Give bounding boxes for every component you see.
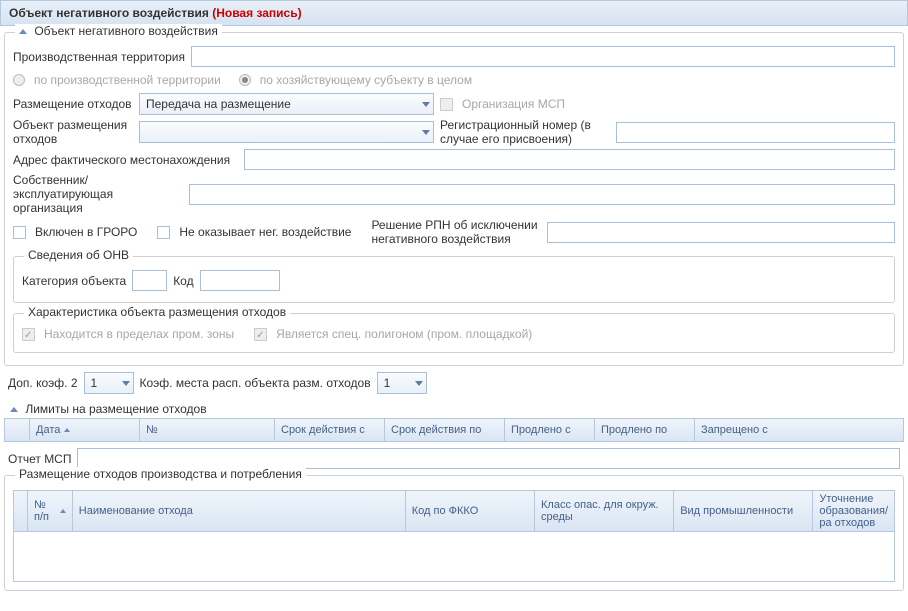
report-label: Отчет МСП <box>8 452 71 466</box>
reg-number-input[interactable] <box>616 122 895 143</box>
code-label: Код <box>173 274 193 288</box>
sort-asc-icon <box>60 509 66 513</box>
chevron-down-icon <box>422 130 430 135</box>
reg-number-label: Регистрационный номер (в случае его прис… <box>440 118 610 146</box>
chevron-down-icon <box>122 381 130 386</box>
onv-section-title: Сведения об ОНВ <box>24 248 133 262</box>
placement-col-fkko[interactable]: Код по ФККО <box>406 491 535 531</box>
limits-col-ext-to[interactable]: Продлено по <box>595 419 695 441</box>
rpn-input[interactable] <box>547 222 895 243</box>
disposal-obj-label: Объект размещения отходов <box>13 118 133 146</box>
main-section: Объект негативного воздействия Производс… <box>4 32 904 366</box>
window-header: Объект негативного воздействия (Новая за… <box>0 0 908 26</box>
radio-territory <box>13 74 25 86</box>
in-zone-label: Находится в пределах пром. зоны <box>44 327 234 341</box>
onv-section: Сведения об ОНВ Категория объекта Код <box>13 256 895 303</box>
in-zone-checkbox <box>22 328 35 341</box>
main-section-title[interactable]: Объект негативного воздействия <box>15 24 222 38</box>
disposal-label: Размещение отходов <box>13 97 133 111</box>
limits-col-expand[interactable] <box>5 419 30 441</box>
limits-col-from[interactable]: Срок действия с <box>275 419 385 441</box>
report-input[interactable] <box>77 448 900 469</box>
place-coef-select[interactable]: 1 <box>377 372 427 394</box>
placement-col-hazard[interactable]: Класс опас. для окруж. среды <box>535 491 674 531</box>
placement-col-clarif[interactable]: Уточнение образования/ра отходов <box>813 491 894 531</box>
limits-col-date[interactable]: Дата <box>30 419 140 441</box>
rpn-label: Решение РПН об исключении негативного во… <box>371 218 541 246</box>
new-record-badge: (Новая запись) <box>212 6 301 20</box>
address-input[interactable] <box>244 149 895 170</box>
limits-title-bar[interactable]: Лимиты на размещение отходов <box>4 400 904 418</box>
address-label: Адрес фактического местонахождения <box>13 153 238 167</box>
limits-grid-header: Дата № Срок действия с Срок действия по … <box>4 418 904 442</box>
dop-coef-select[interactable]: 1 <box>84 372 134 394</box>
limits-col-to[interactable]: Срок действия по <box>385 419 505 441</box>
placement-grid-header: № п/п Наименование отхода Код по ФККО Кл… <box>13 490 895 532</box>
placement-grid-body[interactable] <box>13 532 895 582</box>
chevron-down-icon <box>422 102 430 107</box>
org-msp-label: Организация МСП <box>462 97 565 111</box>
code-input[interactable] <box>200 270 280 291</box>
org-msp-checkbox <box>440 98 453 111</box>
sort-asc-icon <box>64 428 70 432</box>
placement-col-industry[interactable]: Вид промышленности <box>674 491 813 531</box>
radio-subject-label: по хозяйствующему субъекту в целом <box>260 73 472 87</box>
collapse-icon[interactable] <box>19 29 27 34</box>
no-neg-label: Не оказывает нег. воздействие <box>179 225 351 239</box>
territory-label: Производственная территория <box>13 50 185 64</box>
limits-col-ext-from[interactable]: Продлено с <box>505 419 595 441</box>
window-title: Объект негативного воздействия <box>9 6 209 20</box>
owner-label: Собственник/эксплуатирующая организация <box>13 173 183 215</box>
char-section-title: Характеристика объекта размещения отходо… <box>24 305 290 319</box>
placement-section-title: Размещение отходов производства и потреб… <box>15 467 306 481</box>
owner-input[interactable] <box>189 184 895 205</box>
placement-col-num[interactable]: № п/п <box>28 491 73 531</box>
dop-coef-label: Доп. коэф. 2 <box>8 376 78 390</box>
radio-subject <box>239 74 251 86</box>
placement-section: Размещение отходов производства и потреб… <box>4 475 904 591</box>
polygon-checkbox <box>254 328 267 341</box>
limits-title: Лимиты на размещение отходов <box>25 402 206 416</box>
no-neg-checkbox[interactable] <box>157 226 170 239</box>
chevron-down-icon <box>415 381 423 386</box>
disposal-obj-select[interactable] <box>139 121 434 143</box>
collapse-icon[interactable] <box>10 407 18 412</box>
category-input[interactable] <box>132 270 167 291</box>
limits-col-num[interactable]: № <box>140 419 275 441</box>
placement-col-name[interactable]: Наименование отхода <box>73 491 406 531</box>
polygon-label: Является спец. полигоном (пром. площадко… <box>276 327 532 341</box>
placement-col-expand[interactable] <box>14 491 28 531</box>
place-coef-label: Коэф. места расп. объекта разм. отходов <box>140 376 371 390</box>
territory-input[interactable] <box>191 46 895 67</box>
groro-label: Включен в ГРОРО <box>35 225 137 239</box>
category-label: Категория объекта <box>22 274 126 288</box>
limits-col-banned[interactable]: Запрещено с <box>695 419 903 441</box>
radio-territory-label: по производственной территории <box>34 73 221 87</box>
groro-checkbox[interactable] <box>13 226 26 239</box>
char-section: Характеристика объекта размещения отходо… <box>13 313 895 353</box>
disposal-select[interactable]: Передача на размещение <box>139 93 434 115</box>
